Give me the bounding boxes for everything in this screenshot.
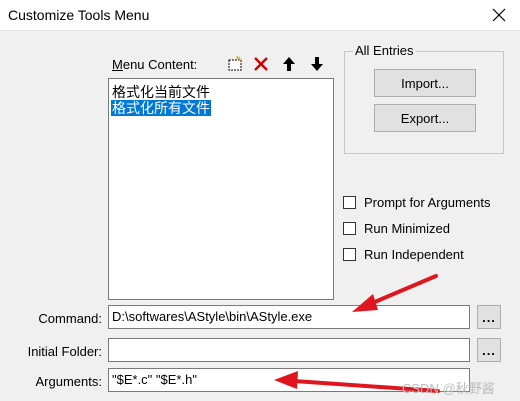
annotation-arrows — [274, 274, 440, 393]
watermark: CSDN @秋野酱 — [402, 381, 495, 396]
command-arrow-icon — [352, 274, 438, 312]
